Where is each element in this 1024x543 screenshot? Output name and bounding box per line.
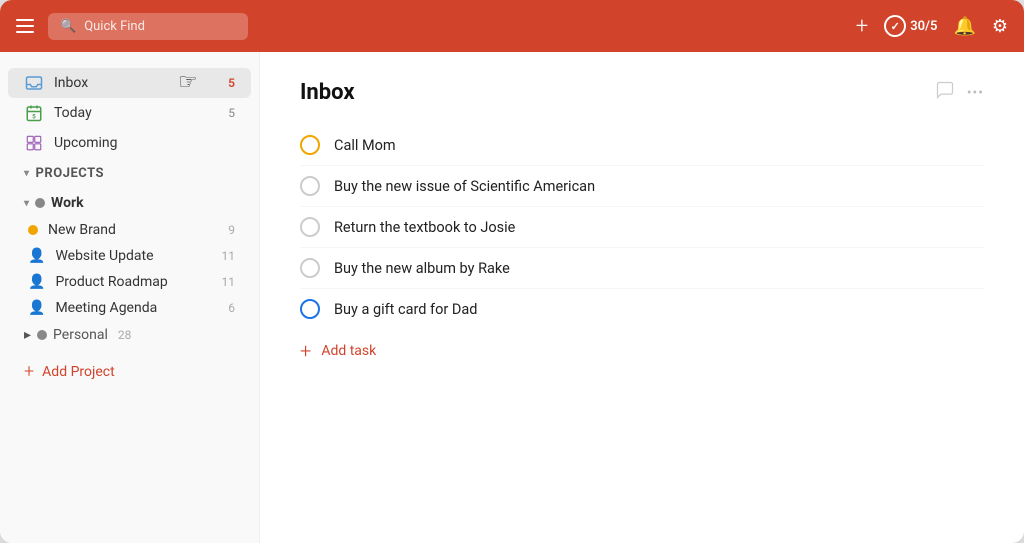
projects-label: Projects [36,166,105,181]
today-icon: 5 [24,104,44,122]
personal-dot [37,330,47,340]
search-icon: 🔍 [60,19,76,34]
svg-text:5: 5 [32,113,36,120]
inbox-label: Inbox [54,75,218,91]
content-area: Inbox ••• Call Mom Buy [260,52,1024,543]
karma-count: 30/5 [910,19,937,34]
content-actions: ••• [935,80,984,105]
website-update-count: 11 [222,249,236,263]
upcoming-icon [24,134,44,152]
work-label: Work [51,195,84,211]
sidebar-item-today[interactable]: 5 Today 5 [8,98,251,128]
task-label-call-mom: Call Mom [334,137,396,154]
projects-chevron-icon: ▾ [24,168,30,179]
add-project-label: Add Project [42,364,115,380]
meeting-agenda-icon: 👤 [28,300,45,316]
karma-badge[interactable]: ✓ 30/5 [884,15,937,37]
new-brand-count: 9 [228,223,235,237]
website-update-icon: 👤 [28,248,45,264]
header-right: + ✓ 30/5 🔔 ⚙ [856,14,1008,39]
website-update-label: Website Update [55,248,211,264]
upcoming-label: Upcoming [54,135,235,151]
add-project-icon: + [24,361,34,382]
product-roadmap-count: 11 [222,275,236,289]
meeting-agenda-count: 6 [228,301,235,315]
task-list: Call Mom Buy the new issue of Scientific… [300,125,984,329]
product-roadmap-label: Product Roadmap [55,274,211,290]
today-label: Today [54,105,218,121]
personal-label: Personal [53,327,108,343]
product-roadmap-icon: 👤 [28,274,45,290]
content-header: Inbox ••• [300,80,984,105]
task-item-textbook[interactable]: Return the textbook to Josie [300,207,984,248]
projects-header[interactable]: ▾ Projects [8,158,251,189]
sidebar-item-inbox[interactable]: Inbox 5 ☞ [8,68,251,98]
project-item-meeting-agenda[interactable]: 👤 Meeting Agenda 6 [8,295,251,321]
task-checkbox-gift-card[interactable] [300,299,320,319]
task-label-scientific-american: Buy the new issue of Scientific American [334,178,595,195]
project-item-product-roadmap[interactable]: 👤 Product Roadmap 11 [8,269,251,295]
personal-chevron-icon: ▸ [24,327,31,343]
search-placeholder: Quick Find [84,19,145,34]
add-task-label: Add task [321,343,376,359]
task-item-album-rake[interactable]: Buy the new album by Rake [300,248,984,289]
page-title: Inbox [300,80,935,105]
add-task-icon: + [300,339,311,363]
project-item-new-brand[interactable]: New Brand 9 [8,217,251,243]
task-item-scientific-american[interactable]: Buy the new issue of Scientific American [300,166,984,207]
project-item-website-update[interactable]: 👤 Website Update 11 [8,243,251,269]
task-checkbox-scientific-american[interactable] [300,176,320,196]
inbox-icon [24,74,44,92]
karma-check-icon: ✓ [884,15,906,37]
task-label-gift-card: Buy a gift card for Dad [334,301,477,318]
meeting-agenda-label: Meeting Agenda [55,300,218,316]
task-label-textbook: Return the textbook to Josie [334,219,515,236]
settings-button[interactable]: ⚙ [992,16,1008,37]
app-window: 🔍 Quick Find + ✓ 30/5 🔔 ⚙ I [0,0,1024,543]
add-button[interactable]: + [856,14,868,39]
more-options-button[interactable]: ••• [967,85,984,101]
hamburger-menu-button[interactable] [16,19,36,33]
task-checkbox-call-mom[interactable] [300,135,320,155]
work-project-header[interactable]: ▾ Work [8,189,251,217]
task-item-call-mom[interactable]: Call Mom [300,125,984,166]
work-dot [35,198,45,208]
personal-count: 28 [118,328,132,342]
personal-project-header[interactable]: ▸ Personal 28 [8,321,251,349]
main-layout: Inbox 5 ☞ 5 Today 5 [0,52,1024,543]
sidebar: Inbox 5 ☞ 5 Today 5 [0,52,260,543]
today-count: 5 [228,106,235,120]
inbox-count: 5 [228,76,235,90]
add-project-button[interactable]: + Add Project [8,353,251,390]
task-checkbox-textbook[interactable] [300,217,320,237]
task-label-album-rake: Buy the new album by Rake [334,260,510,277]
sidebar-item-upcoming[interactable]: Upcoming [8,128,251,158]
header: 🔍 Quick Find + ✓ 30/5 🔔 ⚙ [0,0,1024,52]
task-checkbox-album-rake[interactable] [300,258,320,278]
task-item-gift-card[interactable]: Buy a gift card for Dad [300,289,984,329]
search-bar[interactable]: 🔍 Quick Find [48,13,248,40]
new-brand-label: New Brand [48,222,218,238]
comment-button[interactable] [935,80,955,105]
notifications-button[interactable]: 🔔 [953,16,975,37]
work-chevron-icon: ▾ [24,198,29,209]
new-brand-dot [28,225,38,235]
add-task-button[interactable]: + Add task [300,329,984,373]
